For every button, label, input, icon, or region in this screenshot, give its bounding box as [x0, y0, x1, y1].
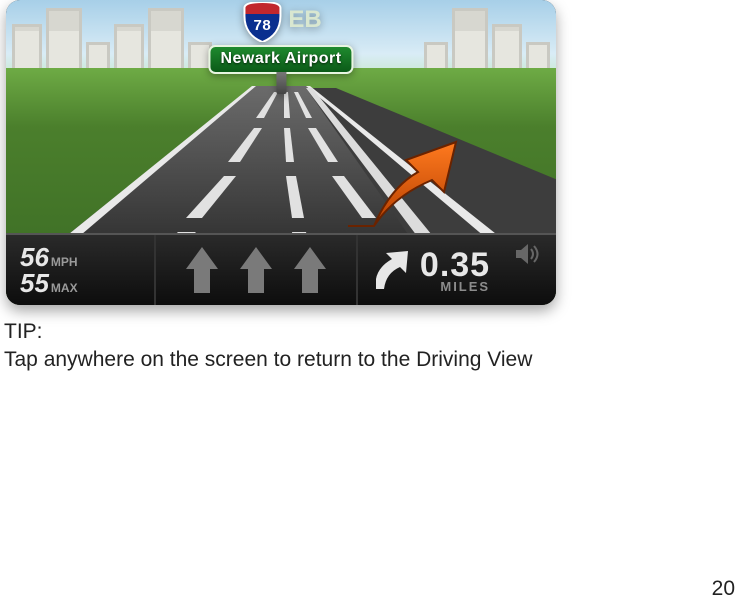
route-number: 78: [240, 17, 284, 34]
lane-guidance: [156, 235, 358, 305]
lane-arrow-icon: [292, 245, 328, 295]
destination-sign: Newark Airport: [208, 45, 353, 74]
page-number: 20: [712, 577, 735, 601]
gps-screenshot[interactable]: 78 EB Newark Airport 56 MPH 55 MAX: [6, 0, 556, 305]
tip-heading: TIP:: [4, 318, 532, 346]
current-speed: 56: [20, 244, 49, 270]
interstate-shield-icon: 78: [240, 2, 284, 42]
speed-panel: 56 MPH 55 MAX: [6, 235, 156, 305]
tip-body: Tap anywhere on the screen to return to …: [4, 346, 532, 374]
maneuver-panel: 0.35 MILES: [358, 235, 500, 305]
highway-sign: 78 EB Newark Airport: [208, 2, 353, 94]
speed-unit: MPH: [51, 256, 78, 270]
distance-value: 0.35: [420, 248, 490, 282]
lane-arrow-icon: [184, 245, 220, 295]
volume-control[interactable]: [500, 235, 556, 305]
sign-post: [276, 72, 286, 94]
bear-right-icon: [368, 249, 410, 291]
speed-limit: 55: [20, 270, 49, 296]
direction-suffix: EB: [288, 6, 321, 34]
bear-right-arrow-icon: [340, 138, 460, 228]
tip-text: TIP: Tap anywhere on the screen to retur…: [4, 318, 532, 375]
lane-arrow-icon: [238, 245, 274, 295]
speaker-icon: [515, 243, 541, 265]
distance-unit: MILES: [440, 280, 490, 293]
status-bar: 56 MPH 55 MAX 0.35: [6, 233, 556, 305]
limit-unit: MAX: [51, 282, 78, 296]
